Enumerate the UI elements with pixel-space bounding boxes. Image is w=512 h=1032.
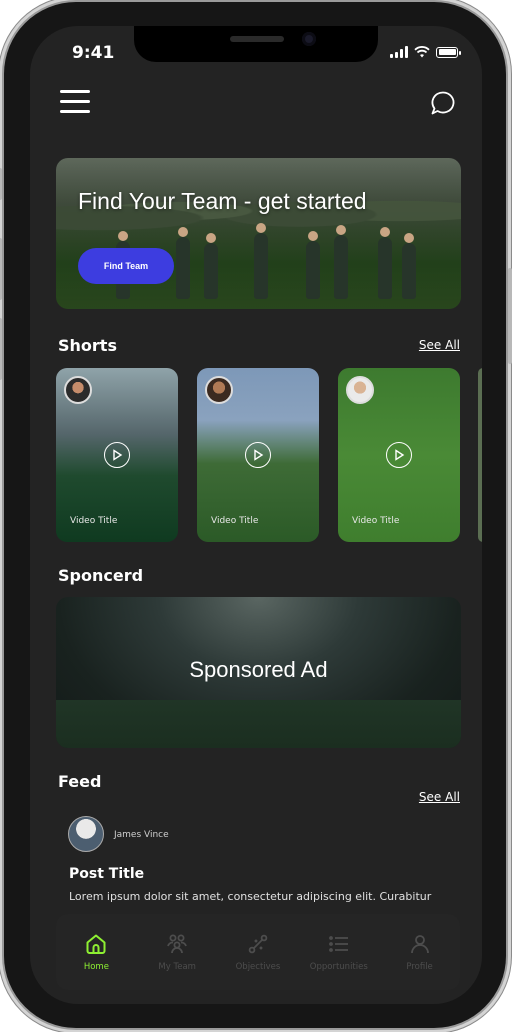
tab-label: Objectives <box>235 962 281 972</box>
status-time: 9:41 <box>72 43 115 63</box>
player-figure <box>378 227 392 299</box>
tab-objectives[interactable]: Objectives <box>220 932 296 972</box>
play-icon[interactable] <box>104 442 130 468</box>
video-title: Video Title <box>352 516 400 526</box>
bottom-tab-bar: Home My Team Objectives Opportunities Pr… <box>56 914 460 990</box>
find-team-button[interactable]: Find Team <box>78 248 174 284</box>
shorts-see-all-link[interactable]: See All <box>419 338 460 352</box>
speaker-grille <box>230 36 284 42</box>
tab-label: Profile <box>406 962 433 972</box>
player-figure <box>254 223 268 299</box>
video-title: Video Title <box>211 516 259 526</box>
post-author-name[interactable]: James Vince <box>114 830 169 840</box>
play-icon[interactable] <box>245 442 271 468</box>
battery-icon <box>436 46 461 58</box>
creator-avatar <box>346 376 374 404</box>
profile-icon <box>410 935 429 954</box>
tab-home[interactable]: Home <box>58 932 134 972</box>
notch <box>134 26 378 62</box>
find-team-banner: Find Your Team - get started Find Team <box>56 158 461 309</box>
feed-see-all-link[interactable]: See All <box>419 790 460 804</box>
sponsored-heading: Sponcerd <box>58 566 144 585</box>
sponsored-ad-banner[interactable]: Sponsored Ad <box>56 597 461 748</box>
short-video-card[interactable]: Video Title <box>197 368 319 542</box>
post-author-avatar[interactable] <box>68 816 104 852</box>
post-title[interactable]: Post Title <box>69 866 144 882</box>
post-body: Lorem ipsum dolor sit amet, consectetur … <box>69 890 432 903</box>
shorts-carousel[interactable]: Video Title Video Title Video Title <box>56 368 482 542</box>
tab-profile[interactable]: Profile <box>382 932 458 972</box>
tab-label: Home <box>83 962 109 972</box>
power-button <box>508 268 512 364</box>
list-icon <box>328 936 348 952</box>
short-video-card[interactable]: Video Title <box>338 368 460 542</box>
ad-label: Sponsored Ad <box>189 657 328 682</box>
mute-switch <box>0 168 2 200</box>
short-video-card-partial[interactable] <box>478 368 482 542</box>
volume-down-button <box>0 318 2 380</box>
hamburger-icon[interactable] <box>60 90 90 114</box>
player-figure <box>306 231 320 299</box>
banner-title: Find Your Team - get started <box>78 188 367 214</box>
objectives-icon <box>248 934 268 954</box>
player-figure <box>334 225 348 299</box>
home-icon <box>86 934 106 954</box>
tab-label: Opportunities <box>309 962 368 972</box>
tab-my-team[interactable]: My Team <box>139 932 215 972</box>
creator-avatar <box>205 376 233 404</box>
wifi-icon <box>414 46 430 58</box>
signal-icon <box>390 46 408 58</box>
ad-field <box>56 700 461 748</box>
tab-opportunities[interactable]: Opportunities <box>301 932 377 972</box>
tab-label: My Team <box>158 962 196 972</box>
chat-bubble-icon[interactable] <box>430 90 456 116</box>
creator-avatar <box>64 376 92 404</box>
player-figure <box>204 233 218 299</box>
player-figure <box>402 233 416 299</box>
shorts-heading: Shorts <box>58 336 117 355</box>
phone-frame: 9:41 Find Your Team - get started Find T… <box>0 2 512 1028</box>
play-icon[interactable] <box>386 442 412 468</box>
team-icon <box>167 934 188 954</box>
app-screen: 9:41 Find Your Team - get started Find T… <box>30 26 482 1004</box>
front-camera <box>302 32 316 46</box>
player-figure <box>176 227 190 299</box>
volume-up-button <box>0 238 2 300</box>
feed-heading: Feed <box>58 772 102 791</box>
status-icons <box>390 46 461 58</box>
video-title: Video Title <box>70 516 118 526</box>
short-video-card[interactable]: Video Title <box>56 368 178 542</box>
